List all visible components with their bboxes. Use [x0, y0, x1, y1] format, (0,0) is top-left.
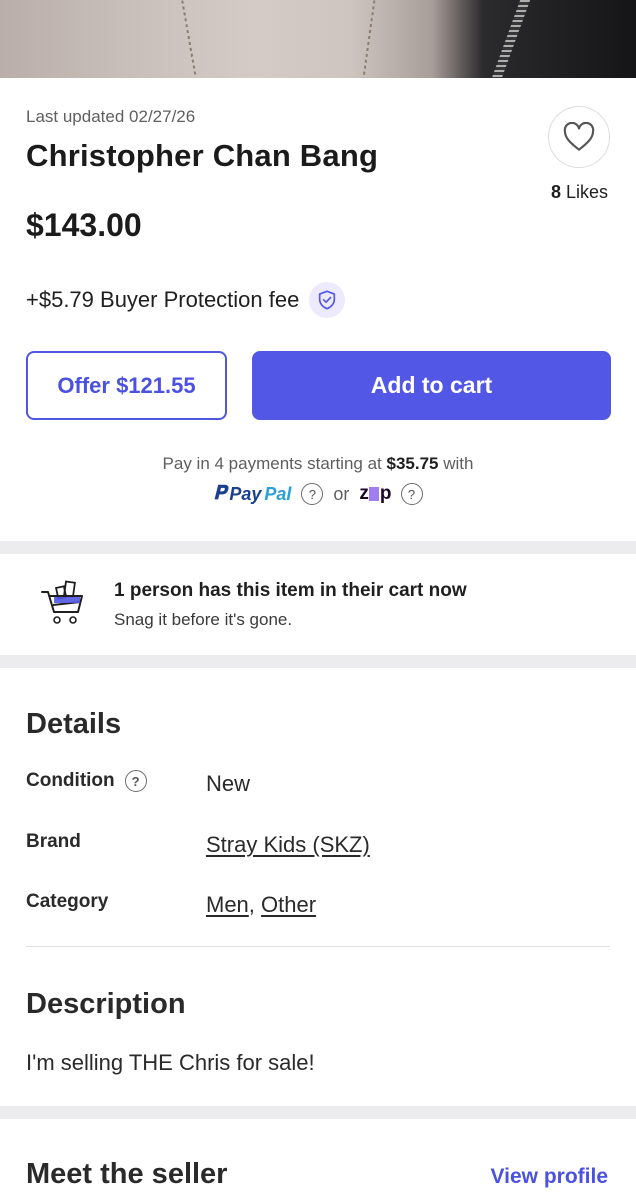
section-separator	[0, 541, 636, 554]
installments-suffix: with	[443, 454, 474, 473]
brand-label: Brand	[26, 831, 81, 853]
installments-text: Pay in 4 payments starting at $35.75 wit…	[0, 454, 636, 474]
necklace-chain-2	[362, 0, 376, 78]
paypal-logo: 𝐏 Pay Pal	[213, 483, 291, 505]
product-photo[interactable]	[0, 0, 636, 78]
buyer-protection-info[interactable]	[309, 282, 346, 318]
paypal-help-icon[interactable]: ?	[301, 483, 324, 505]
shopping-cart-icon	[41, 580, 83, 624]
paypal-text-pay: Pay	[229, 483, 262, 504]
category-label: Category	[26, 891, 108, 913]
product-title: Christopher Chan Bang	[26, 138, 379, 173]
necklace-chain	[181, 0, 197, 78]
fee-text: +$5.79 Buyer Protection fee	[26, 287, 300, 312]
category-link-men[interactable]: Men	[206, 892, 249, 917]
cart-notice-subtitle: Snag it before it's gone.	[114, 610, 293, 629]
zip-i-mark	[368, 487, 379, 501]
description-heading: Description	[26, 988, 186, 1020]
jacket-zipper	[491, 0, 531, 78]
section-separator	[0, 1106, 636, 1119]
shield-check-icon	[319, 290, 336, 310]
installment-amount: $35.75	[386, 454, 439, 473]
zip-help-icon[interactable]: ?	[400, 483, 423, 505]
zip-logo: zp	[359, 483, 392, 505]
last-updated: Last updated 02/27/26	[26, 107, 196, 126]
description-text: I'm selling THE Chris for sale!	[26, 1050, 315, 1075]
brand-label-text: Brand	[26, 831, 81, 852]
view-profile-link[interactable]: View profile	[491, 1165, 608, 1189]
zip-letter-z: z	[359, 483, 368, 504]
seller-heading: Meet the seller	[26, 1158, 228, 1190]
like-button[interactable]	[548, 106, 610, 168]
cart-notice-title: 1 person has this item in their cart now	[114, 580, 467, 601]
make-offer-button[interactable]: Offer $121.55	[26, 351, 227, 420]
details-divider	[26, 946, 610, 947]
paypal-text-pal: Pal	[264, 483, 292, 504]
condition-help-icon[interactable]: ?	[124, 770, 147, 792]
installments-prefix: Pay in 4 payments starting at	[162, 454, 382, 473]
product-price: $143.00	[26, 207, 142, 243]
payment-options: 𝐏 Pay Pal ? or zp ?	[0, 483, 636, 505]
category-link-other[interactable]: Other	[261, 892, 316, 917]
section-separator	[0, 655, 636, 668]
buyer-protection-fee: +$5.79 Buyer Protection fee	[26, 282, 346, 318]
heart-icon	[563, 122, 595, 151]
likes-label: Likes	[565, 182, 608, 202]
category-separator: ,	[248, 892, 255, 917]
or-label: or	[333, 483, 350, 504]
add-to-cart-button[interactable]: Add to cart	[252, 351, 611, 420]
category-label-text: Category	[26, 891, 109, 912]
details-heading: Details	[26, 708, 122, 740]
paypal-p-icon: 𝐏	[213, 483, 227, 504]
condition-value: New	[206, 771, 251, 796]
likes-count: 8 Likes	[551, 182, 608, 203]
condition-label: Condition ?	[26, 770, 147, 792]
condition-label-text: Condition	[26, 770, 115, 791]
zip-letter-p: p	[379, 483, 392, 504]
category-value: Men, Other	[206, 892, 316, 918]
likes-number: 8	[550, 182, 561, 202]
brand-link[interactable]: Stray Kids (SKZ)	[206, 832, 370, 858]
